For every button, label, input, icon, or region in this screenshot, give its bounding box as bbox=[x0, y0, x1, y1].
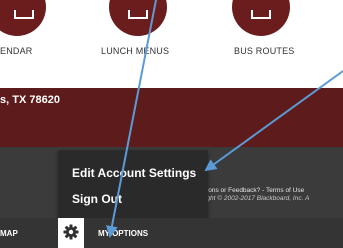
site-map-link[interactable]: MAP bbox=[0, 229, 18, 238]
footer-copyright: ight © 2002-2017 Blackboard, Inc. A bbox=[205, 195, 310, 202]
lunch-menus-link-circle[interactable] bbox=[109, 0, 167, 36]
edit-account-settings-item[interactable]: Edit Account Settings bbox=[72, 166, 196, 180]
lunch-icon bbox=[128, 10, 148, 19]
sign-out-item[interactable]: Sign Out bbox=[72, 192, 122, 206]
quick-link-bus-routes[interactable]: BUS ROUTES bbox=[234, 46, 295, 56]
footer-feedback-terms[interactable]: tions or Feedback? - Terms of Use bbox=[205, 187, 343, 195]
quick-links-band: ENDAR LUNCH MENUS BUS ROUTES bbox=[0, 0, 343, 88]
bottom-nav-bar bbox=[0, 218, 343, 248]
footer-links: tions or Feedback? - Terms of Use ight ©… bbox=[205, 187, 343, 203]
bus-routes-link-circle[interactable] bbox=[232, 0, 290, 36]
bus-icon bbox=[251, 10, 271, 19]
my-options-toggle[interactable] bbox=[58, 218, 84, 248]
quick-link-calendar[interactable]: ENDAR bbox=[0, 46, 33, 56]
calendar-icon bbox=[13, 10, 34, 19]
quick-link-lunch-menus[interactable]: LUNCH MENUS bbox=[101, 46, 169, 56]
school-address: s, TX 78620 bbox=[0, 94, 60, 106]
my-options-label[interactable]: MY OPTIONS bbox=[98, 229, 148, 238]
calendar-link-circle[interactable] bbox=[0, 0, 46, 36]
my-options-dropdown: Edit Account Settings Sign Out bbox=[58, 150, 208, 218]
gear-icon bbox=[63, 224, 79, 240]
